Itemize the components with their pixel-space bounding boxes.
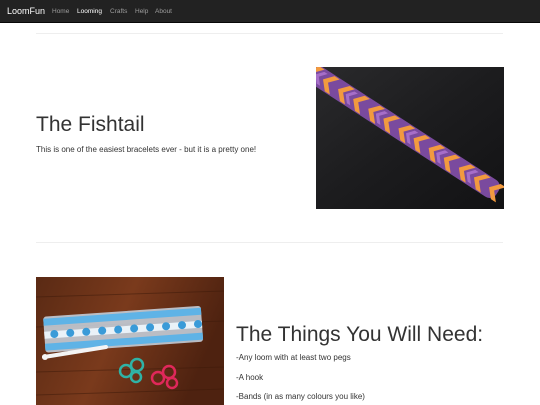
feature-text-fishtail: This is one of the easiest bracelets eve…	[36, 145, 257, 154]
fishtail-bracelet-image	[316, 67, 504, 209]
section-divider	[36, 242, 503, 243]
feature-heading-fishtail: The Fishtail	[36, 113, 145, 136]
supply-item: -Bands (in as many colours you like)	[236, 392, 365, 401]
section-divider	[36, 33, 503, 34]
supply-item: -A hook	[236, 373, 264, 382]
brand-logo[interactable]: LoomFun	[7, 0, 45, 23]
nav-looming[interactable]: Looming	[77, 0, 102, 23]
loom-supplies-image	[36, 277, 224, 405]
top-navbar: LoomFun Home Looming Crafts Help About	[0, 0, 540, 23]
nav-crafts[interactable]: Crafts	[110, 0, 127, 23]
supply-item: -Any loom with at least two pegs	[236, 353, 351, 362]
nav-about[interactable]: About	[155, 0, 172, 23]
nav-home[interactable]: Home	[52, 0, 69, 23]
nav-help[interactable]: Help	[135, 0, 148, 23]
feature-heading-supplies: The Things You Will Need:	[236, 323, 484, 346]
